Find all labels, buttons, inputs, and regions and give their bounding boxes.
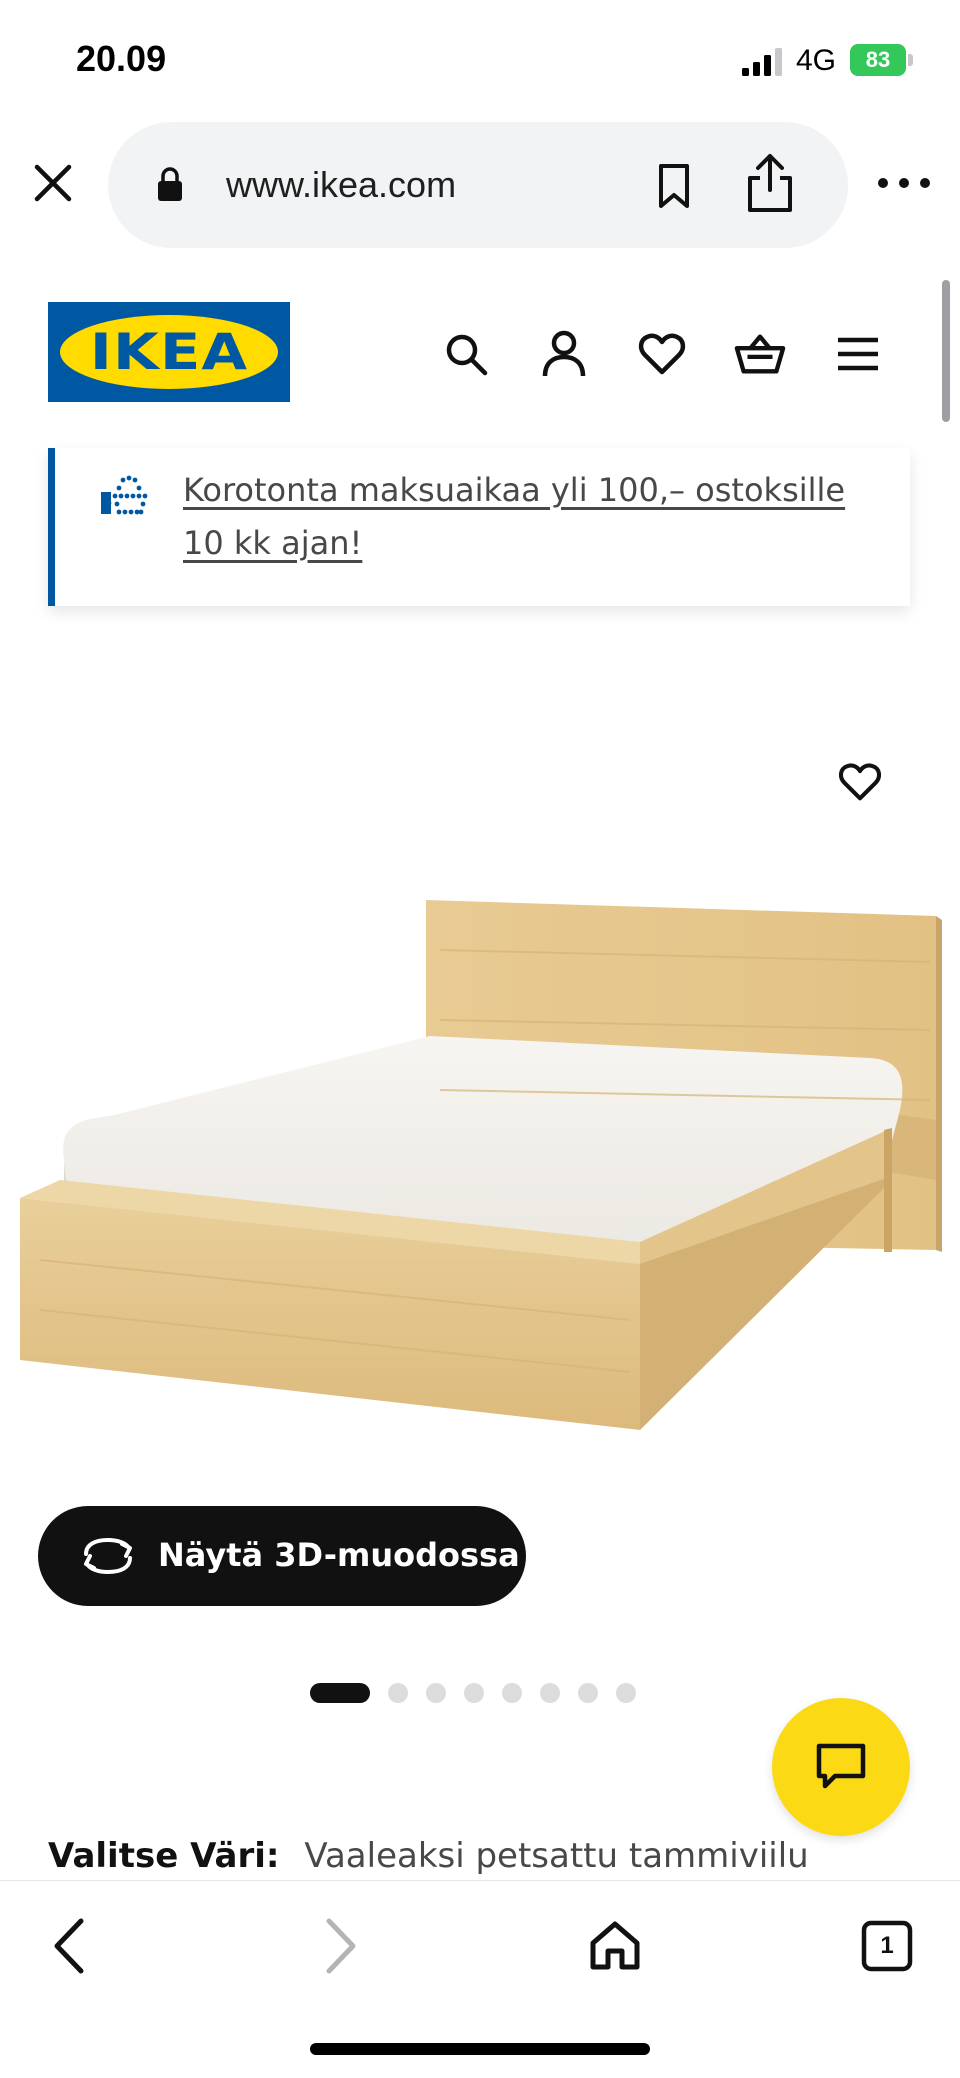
image-carousel-indicator <box>310 1682 636 1704</box>
status-time: 20.09 <box>76 38 167 79</box>
home-icon <box>590 1921 640 1970</box>
carousel-dot[interactable] <box>578 1683 598 1703</box>
more-options-icon[interactable] <box>878 168 930 198</box>
chevron-right-icon <box>326 1918 356 1974</box>
status-bar: 20.09 4G 83 <box>0 0 960 118</box>
color-value: Vaaleaksi petsattu tammiviilu <box>304 1836 809 1876</box>
home-indicator[interactable] <box>310 2043 650 2055</box>
browser-bar: www.ikea.com <box>0 118 960 256</box>
heart-icon <box>838 763 882 801</box>
account-button[interactable] <box>538 328 590 380</box>
close-button[interactable] <box>28 158 78 208</box>
carousel-dot[interactable] <box>540 1683 560 1703</box>
color-selector-row[interactable]: Valitse Väri: Vaaleaksi petsattu tammivi… <box>48 1836 809 1876</box>
search-icon <box>446 334 488 376</box>
basket-icon <box>734 334 786 374</box>
wishlist-button[interactable] <box>636 328 688 380</box>
back-button[interactable] <box>34 1911 104 1981</box>
carousel-dot[interactable] <box>502 1683 522 1703</box>
chevron-left-icon <box>54 1918 84 1974</box>
menu-button[interactable] <box>832 328 884 380</box>
site-header: IKEA <box>0 278 960 428</box>
forward-button[interactable] <box>306 1911 376 1981</box>
bookmark-icon[interactable] <box>654 162 694 210</box>
color-label: Valitse Väri: <box>48 1836 280 1876</box>
promo-banner[interactable]: Korotonta maksuaikaa yli 100,– ostoksill… <box>48 448 910 606</box>
logo-oval: IKEA <box>60 315 278 389</box>
scrollbar[interactable] <box>942 280 950 422</box>
network-type: 4G <box>796 44 837 77</box>
view-in-3d-label: Näytä 3D-muodossa <box>158 1536 520 1574</box>
browser-toolbar: 1 <box>0 1880 960 2078</box>
user-icon <box>542 330 586 377</box>
rotate-3d-icon <box>84 1537 132 1575</box>
add-to-wishlist-button[interactable] <box>834 756 886 808</box>
home-button[interactable] <box>580 1911 650 1981</box>
ikea-logo[interactable]: IKEA <box>48 302 290 402</box>
logo-text: IKEA <box>89 323 249 381</box>
promo-banner-link[interactable]: Korotonta maksuaikaa yli 100,– ostoksill… <box>183 464 883 570</box>
carousel-dot[interactable] <box>616 1683 636 1703</box>
tab-count: 1 <box>880 1932 894 1959</box>
carousel-dot[interactable] <box>464 1683 484 1703</box>
signal-icon <box>742 48 782 76</box>
chat-icon <box>816 1743 866 1789</box>
installment-basket-icon <box>101 475 148 515</box>
hamburger-menu-icon <box>838 337 878 371</box>
search-button[interactable] <box>440 328 492 380</box>
cart-button[interactable] <box>734 328 786 380</box>
chat-button[interactable] <box>772 1698 910 1836</box>
carousel-dot[interactable] <box>426 1683 446 1703</box>
carousel-dot[interactable] <box>310 1683 370 1703</box>
battery-level: 83 <box>850 44 906 76</box>
url-text: www.ikea.com <box>226 164 457 205</box>
share-icon[interactable] <box>744 152 796 214</box>
battery-cap <box>908 54 913 66</box>
product-image-bed[interactable] <box>0 880 960 1440</box>
battery-icon: 83 <box>850 44 913 76</box>
view-in-3d-button[interactable]: Näytä 3D-muodossa <box>38 1506 526 1606</box>
lock-icon <box>158 167 182 201</box>
close-icon <box>34 164 72 202</box>
carousel-dot[interactable] <box>388 1683 408 1703</box>
heart-icon <box>638 333 686 375</box>
address-bar[interactable]: www.ikea.com <box>108 122 848 248</box>
tabs-button[interactable]: 1 <box>852 1911 922 1981</box>
